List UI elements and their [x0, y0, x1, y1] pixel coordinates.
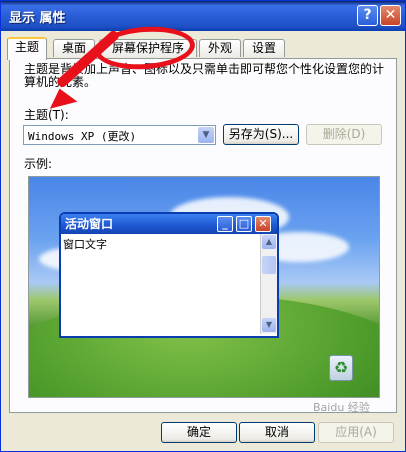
save-as-button[interactable]: 另存为(S)...: [223, 124, 299, 145]
maximize-icon: □: [236, 216, 252, 232]
apply-button[interactable]: 应用(A): [318, 422, 394, 443]
preview-active-window: 活动窗口 _ □ ✕ 窗口文字 ▲ ▼: [59, 212, 279, 338]
preview-scrollbar: ▲ ▼: [260, 234, 277, 334]
delete-button[interactable]: 删除(D): [306, 124, 382, 145]
recycle-bin-icon: ♻: [329, 355, 353, 381]
theme-select[interactable]: Windows XP (更改) ▼: [23, 125, 216, 145]
tab-themes[interactable]: 主题: [7, 37, 47, 60]
display-properties-window: 显示 属性 ? ✕ 主题 桌面 屏幕保护程序 外观 设置 主题是背景加上声音、图…: [0, 0, 406, 452]
preview-label: 示例:: [24, 157, 53, 171]
close-icon: ✕: [255, 216, 271, 232]
chevron-down-icon[interactable]: ▼: [198, 127, 214, 143]
ok-button[interactable]: 确定: [161, 422, 237, 443]
close-button[interactable]: ✕: [380, 5, 401, 26]
scroll-down-icon: ▼: [262, 318, 276, 332]
baidu-watermark: Baidu 经验: [313, 401, 370, 414]
theme-preview: 活动窗口 _ □ ✕ 窗口文字 ▲ ▼ ♻: [28, 176, 380, 398]
title-bar[interactable]: 显示 属性 ? ✕: [1, 1, 405, 31]
help-button[interactable]: ?: [357, 5, 378, 26]
preview-window-text: 窗口文字: [63, 238, 107, 251]
tab-appearance[interactable]: 外观: [199, 39, 241, 57]
theme-select-value: Windows XP (更改): [28, 130, 137, 143]
tab-settings[interactable]: 设置: [243, 39, 285, 57]
cancel-button[interactable]: 取消: [239, 422, 315, 443]
minimize-icon: _: [217, 216, 233, 232]
scroll-thumb: [262, 256, 276, 274]
window-title: 显示 属性: [9, 11, 66, 26]
scroll-up-icon: ▲: [262, 235, 276, 249]
